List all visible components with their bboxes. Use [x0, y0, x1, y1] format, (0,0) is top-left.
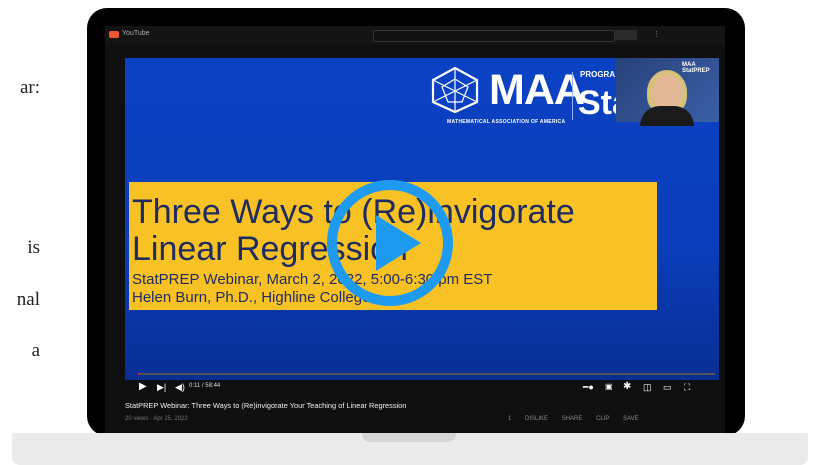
fullscreen-icon[interactable]: ⛶ — [684, 378, 690, 396]
miniplayer-icon[interactable]: ◫ — [643, 378, 652, 396]
next-icon[interactable]: ▶| — [157, 378, 166, 396]
maa-logo-icon — [431, 67, 479, 113]
progress-fill — [138, 373, 140, 375]
volume-icon[interactable]: ◀) — [175, 378, 185, 396]
save-button[interactable]: SAVE — [623, 416, 639, 422]
video-title: StatPREP Webinar: Three Ways to (Re)invi… — [125, 401, 407, 410]
more-icon[interactable]: ⋮ — [653, 30, 660, 38]
youtube-topbar: YouTube ⋮ — [105, 26, 725, 44]
play-icon[interactable]: ▶ — [139, 378, 147, 396]
program-label: PROGRA — [580, 70, 616, 79]
like-count[interactable]: 1 — [508, 416, 511, 422]
dislike-button[interactable]: DISLIKE — [525, 416, 548, 422]
webcam-label: MAA StatPREP — [682, 62, 710, 74]
maa-subtitle: MATHEMATICAL ASSOCIATION OF AMERICA — [447, 119, 566, 125]
logo-divider — [572, 72, 573, 120]
article-fragment: is — [27, 237, 40, 258]
search-input[interactable] — [373, 30, 615, 42]
progress-bar[interactable] — [138, 373, 715, 375]
time-display: 0:11 / 58:44 — [189, 383, 221, 389]
laptop-screen: YouTube ⋮ MAA MATHEMATICAL ASSOCIATION O… — [105, 26, 725, 436]
youtube-brand[interactable]: YouTube — [122, 30, 150, 37]
play-button-icon[interactable] — [326, 179, 454, 307]
share-button[interactable]: SHARE — [562, 416, 583, 422]
settings-gear-icon[interactable]: ✱ — [623, 378, 631, 396]
maa-wordmark: MAA — [489, 66, 585, 114]
youtube-logo-icon[interactable] — [109, 31, 119, 38]
clip-button[interactable]: CLIP — [596, 416, 609, 422]
speaker-body — [640, 106, 694, 126]
article-fragment: ar: — [19, 77, 40, 98]
video-actions: 1 DISLIKE SHARE CLIP SAVE — [508, 416, 651, 422]
laptop-notch — [362, 433, 456, 442]
article-fragment: nal — [16, 289, 40, 310]
speaker-webcam: MAA StatPREP — [616, 58, 719, 126]
article-fragment: a — [31, 340, 40, 361]
autoplay-toggle-icon[interactable]: ━● — [583, 378, 594, 396]
video-meta: 20 views · Apr 25, 2022 — [125, 416, 188, 422]
search-button[interactable] — [615, 30, 637, 40]
theater-mode-icon[interactable]: ▭ — [663, 378, 672, 396]
player-controls: ▶ ▶| ◀) 0:11 / 58:44 ━● ▣ ✱ ◫ ▭ ⛶ — [105, 378, 725, 398]
captions-icon[interactable]: ▣ — [605, 378, 613, 396]
